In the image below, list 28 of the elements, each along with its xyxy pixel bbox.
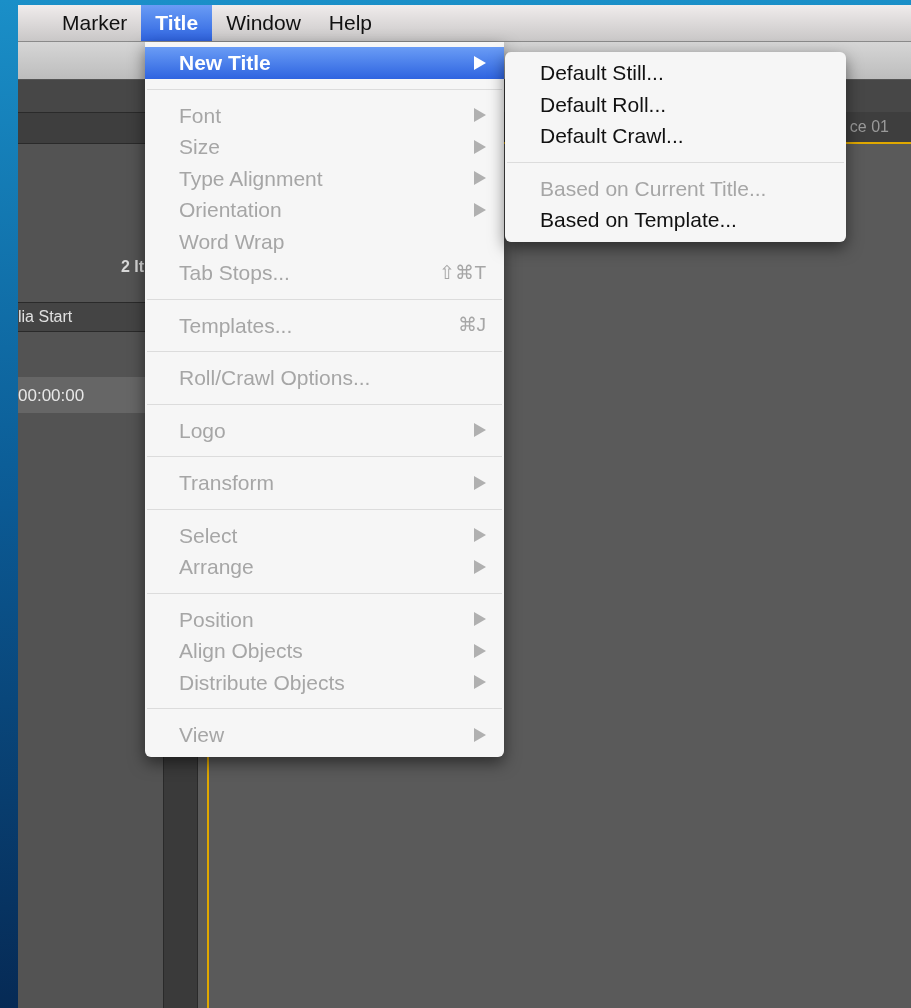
menu-item[interactable]: New Title bbox=[145, 47, 504, 79]
menu-bar-item[interactable]: Help bbox=[314, 5, 387, 41]
submenu-arrow-icon bbox=[474, 475, 486, 490]
column-header-label: lia Start bbox=[18, 309, 73, 325]
submenu-arrow-icon bbox=[474, 643, 486, 658]
submenu-arrow-icon bbox=[474, 171, 486, 186]
menu-item[interactable]: Default Crawl... bbox=[505, 120, 846, 152]
shortcut: ⌘J bbox=[457, 313, 486, 337]
item-count: 2 It bbox=[120, 259, 144, 275]
submenu-arrow-icon bbox=[474, 559, 486, 574]
submenu-arrow-icon bbox=[474, 612, 486, 627]
menu-item[interactable]: Default Roll... bbox=[505, 88, 846, 120]
submenu-arrow-icon bbox=[474, 55, 486, 70]
submenu-arrow-icon bbox=[474, 202, 486, 217]
sequence-tab[interactable]: ce 01 bbox=[849, 119, 889, 135]
submenu-arrow-icon bbox=[474, 675, 486, 690]
menu-bar-item[interactable]: Title bbox=[141, 5, 213, 41]
menu-bar-item[interactable]: Marker bbox=[48, 5, 142, 41]
shortcut: ⇧⌘T bbox=[439, 260, 486, 285]
submenu-arrow-icon bbox=[474, 727, 486, 742]
submenu-arrow-icon bbox=[474, 528, 486, 543]
submenu-arrow-icon bbox=[474, 108, 486, 123]
submenu-arrow-icon bbox=[474, 423, 486, 438]
timecode: 00:00:00 bbox=[18, 386, 85, 404]
menu-item[interactable]: Default Still... bbox=[505, 57, 846, 89]
menu-item[interactable]: Based on Template... bbox=[505, 204, 846, 236]
menu-bar-item[interactable]: Window bbox=[212, 5, 315, 41]
submenu-arrow-icon bbox=[474, 139, 486, 154]
